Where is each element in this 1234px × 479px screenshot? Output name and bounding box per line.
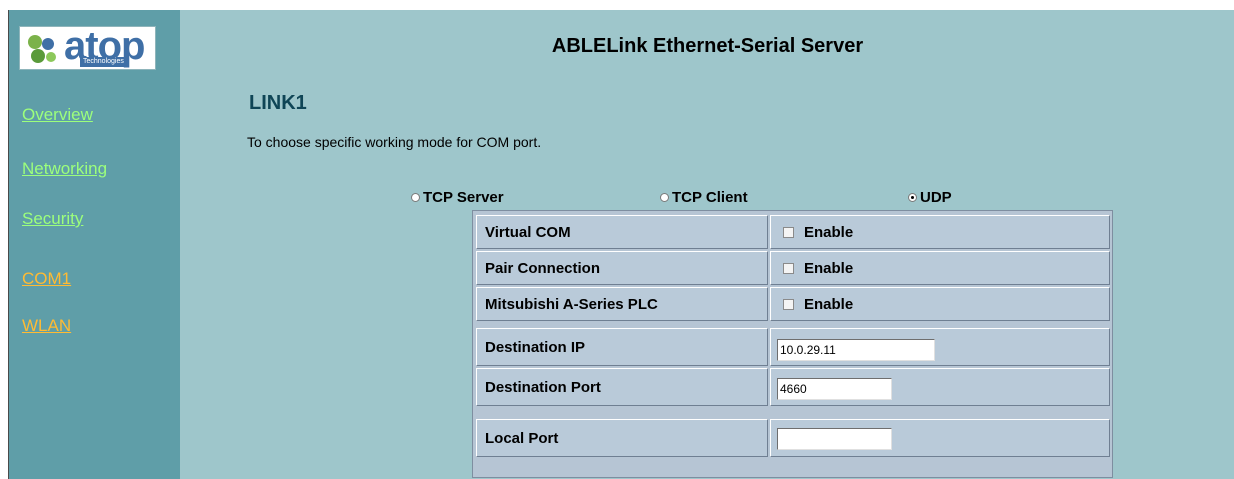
option-control-cell: Enable — [770, 215, 1110, 249]
field-input-cell — [770, 368, 1110, 406]
section-description: To choose specific working mode for COM … — [247, 134, 542, 150]
page-frame: atop Technologies Overview Networking Se… — [8, 10, 1234, 479]
field-label: Destination Port — [485, 378, 601, 396]
option-label: Mitsubishi A-Series PLC — [485, 295, 658, 313]
field-input-cell — [770, 328, 1110, 366]
main-content: ABLELink Ethernet-Serial Server LINK1 To… — [180, 10, 1234, 479]
mode-label: TCP Server — [423, 189, 504, 206]
sidebar-item-overview[interactable]: Overview — [22, 105, 93, 125]
option-label-cell: Pair Connection — [476, 251, 768, 285]
logo-tagline: Technologies — [80, 57, 127, 67]
field-label-cell: Destination IP — [476, 328, 768, 366]
checkbox-label: Enable — [804, 259, 854, 277]
destination-ip-input[interactable] — [777, 339, 935, 361]
logo: atop Technologies — [19, 26, 156, 70]
sidebar-item-com1[interactable]: COM1 — [22, 269, 71, 289]
field-label: Destination IP — [485, 338, 586, 356]
destination-port-input[interactable] — [777, 378, 892, 400]
checkbox-label: Enable — [804, 295, 854, 313]
local-port-input[interactable] — [777, 428, 892, 450]
sidebar-item-wlan[interactable]: WLAN — [22, 316, 71, 336]
virtual-com-checkbox[interactable] — [783, 226, 794, 238]
mode-radio-tcp-server[interactable]: TCP Server — [411, 189, 504, 206]
option-label: Pair Connection — [485, 259, 601, 277]
sidebar-item-security[interactable]: Security — [22, 209, 83, 229]
options-table: Virtual COM Enable Pair Connection Enabl… — [472, 210, 1113, 478]
option-control-cell: Enable — [770, 251, 1110, 285]
field-label-cell: Local Port — [476, 419, 768, 457]
pair-connection-checkbox[interactable] — [783, 262, 794, 274]
mode-radio-udp[interactable]: UDP — [908, 189, 952, 206]
page-title: ABLELink Ethernet-Serial Server — [551, 35, 864, 57]
sidebar-item-networking[interactable]: Networking — [22, 159, 107, 179]
option-label-cell: Virtual COM — [476, 215, 768, 249]
logo-mark-icon — [28, 35, 56, 63]
mode-label: UDP — [920, 189, 952, 206]
radio-icon[interactable] — [411, 193, 420, 202]
field-label-cell: Destination Port — [476, 368, 768, 406]
field-input-cell — [770, 419, 1110, 457]
mode-label: TCP Client — [672, 189, 748, 206]
sidebar: atop Technologies Overview Networking Se… — [9, 10, 180, 479]
mitsubishi-plc-checkbox[interactable] — [783, 298, 794, 310]
checkbox-label: Enable — [804, 223, 854, 241]
radio-selected-icon[interactable] — [908, 193, 917, 202]
field-label: Local Port — [485, 429, 559, 447]
option-label: Virtual COM — [485, 223, 571, 241]
option-label-cell: Mitsubishi A-Series PLC — [476, 287, 768, 321]
section-title: LINK1 — [249, 92, 307, 114]
mode-radio-tcp-client[interactable]: TCP Client — [660, 189, 748, 206]
radio-icon[interactable] — [660, 193, 669, 202]
option-control-cell: Enable — [770, 287, 1110, 321]
